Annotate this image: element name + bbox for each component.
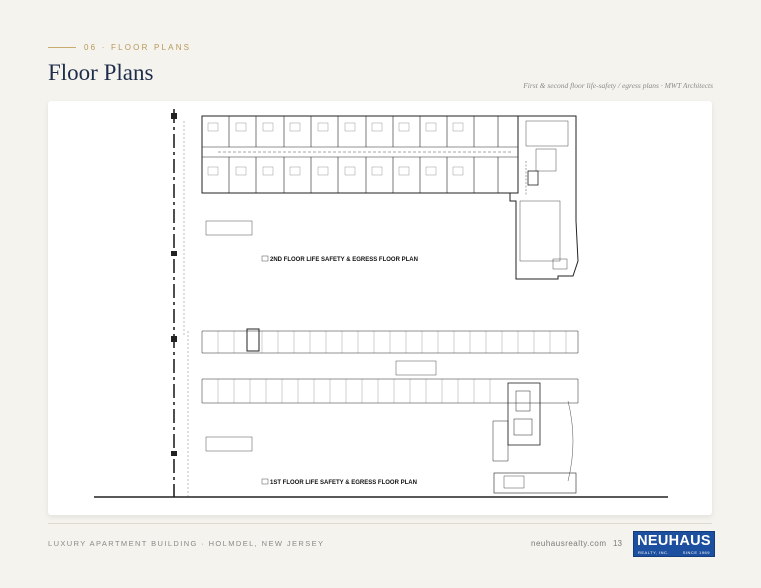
section-label: 06 · FLOOR PLANS [48,43,191,52]
section-rule [48,47,76,48]
footer-divider [48,523,712,524]
page-subtitle: First & second floor life-safety / egres… [523,81,713,90]
floor-plan-image: 2ND FLOOR LIFE SAFETY & EGRESS FLOOR PLA… [48,101,712,515]
section-number-label: 06 · FLOOR PLANS [84,43,192,52]
logo-right-tag: SINCE 1969 [682,550,710,555]
first-floor-plan-label: 1ST FLOOR LIFE SAFETY & EGRESS FLOOR PLA… [270,480,417,486]
floor-plan-drawing: 2ND FLOOR LIFE SAFETY & EGRESS FLOOR PLA… [94,109,668,498]
page-number: 13 [613,539,622,548]
second-floor-plan-label: 2ND FLOOR LIFE SAFETY & EGRESS FLOOR PLA… [270,257,418,263]
neuhaus-logo: NEUHAUS REALTY, INC. SINCE 1969 [633,531,715,557]
footer-property: LUXURY APARTMENT BUILDING · HOLMDEL, NEW… [48,539,325,548]
logo-name: NEUHAUS [637,533,711,549]
footer-website-link[interactable]: neuhausrealty.com [531,539,607,548]
page-title: Floor Plans [48,60,154,85]
logo-left-tag: REALTY, INC. [638,550,669,555]
